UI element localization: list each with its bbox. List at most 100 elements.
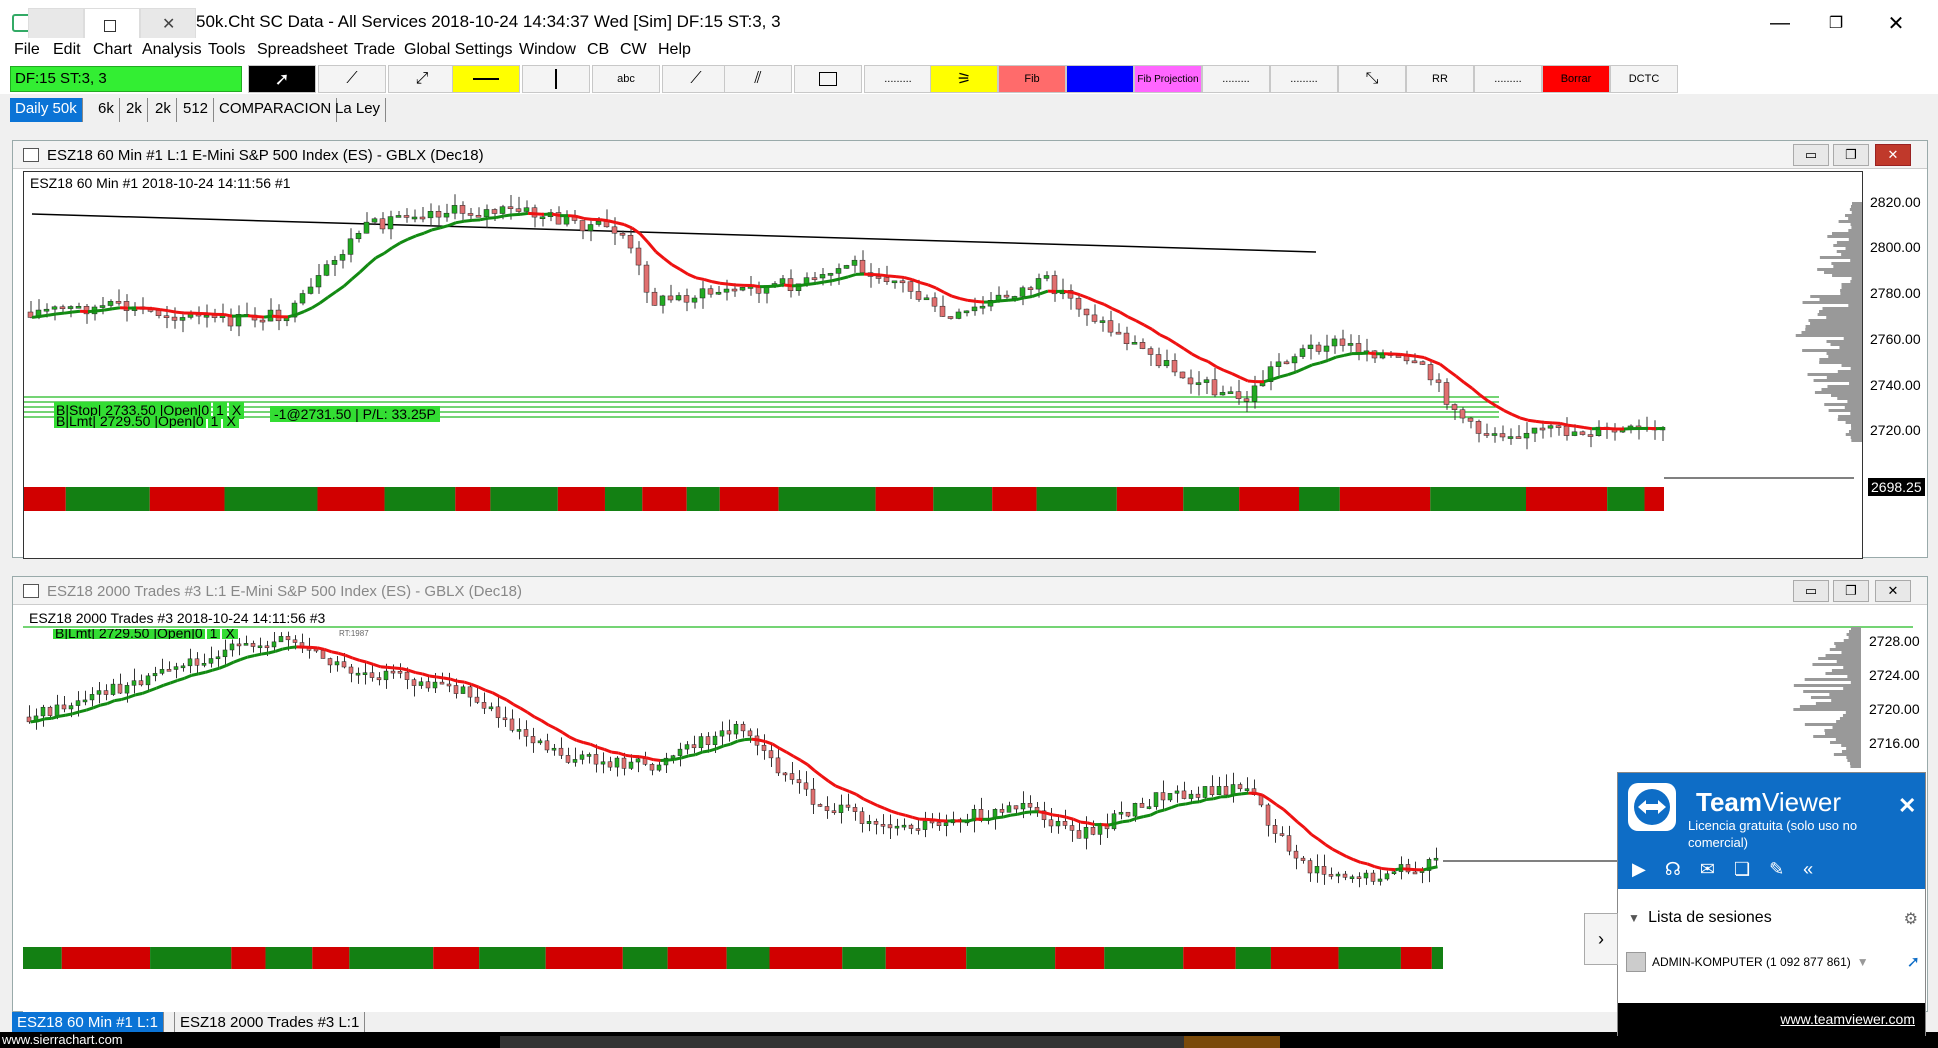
chart-close-button[interactable]: ✕	[1875, 580, 1911, 602]
moving-average-segment	[671, 263, 681, 271]
volume-profile-bar	[1833, 753, 1861, 756]
sessions-label: Lista de sesiones	[1648, 909, 1772, 926]
ray-tool-button[interactable]: ⤢	[388, 65, 456, 93]
menu-chart[interactable]: Chart	[93, 41, 132, 59]
arrow-tool-button[interactable]: ⟋	[662, 65, 730, 93]
teamviewer-close-icon[interactable]: ✕	[1898, 793, 1916, 819]
menu-window[interactable]: Window	[519, 41, 576, 59]
fib-blue-button[interactable]: Fib	[1066, 65, 1134, 93]
moving-average-segment	[135, 691, 143, 697]
tab-6k[interactable]: 6k	[93, 98, 120, 122]
price-chart-60min[interactable]	[24, 172, 1864, 560]
dctc-button[interactable]: DCTC	[1610, 65, 1678, 93]
menu-help[interactable]: Help	[658, 41, 691, 59]
volume-profile-bar	[1850, 259, 1862, 262]
teamviewer-link[interactable]: www.teamviewer.com	[1780, 1011, 1915, 1027]
measure-tool-button[interactable]: ⤡	[1338, 65, 1406, 93]
tab-daily-50k[interactable]: Daily 50k	[10, 98, 83, 122]
ghost-tab-close-icon[interactable]: ✕	[162, 14, 175, 34]
teamviewer-panel[interactable]: TeamViewer Licencia gratuita (solo uso n…	[1584, 772, 1926, 1037]
chart-minimize-button[interactable]: ▭	[1793, 144, 1829, 166]
fib-retracement-button[interactable]: ⚞	[930, 65, 998, 93]
candle-body	[670, 755, 676, 759]
moving-average-segment	[567, 214, 577, 218]
collapse-icon[interactable]: «	[1803, 859, 1813, 881]
menu-tools[interactable]: Tools	[208, 41, 245, 59]
candle-body	[75, 700, 81, 706]
candle-body	[96, 690, 102, 695]
chart-window-60min[interactable]: ESZ18 60 Min #1 L:1 E-Mini S&P 500 Index…	[12, 140, 1928, 560]
menu-trade[interactable]: Trade	[354, 41, 395, 59]
fib-projection-button[interactable]: Fib Projection	[1134, 65, 1202, 93]
menu-spreadsheet[interactable]: Spreadsheet	[257, 41, 348, 59]
chat-icon[interactable]: ✉	[1700, 859, 1715, 881]
moving-average-segment	[711, 280, 721, 285]
tab-2k-b[interactable]: 2k	[150, 98, 177, 122]
order-limit-label[interactable]: B|Lmt| 2729.50 |Open|0 1 X	[53, 629, 238, 639]
candle-body	[355, 232, 362, 240]
horizontal-line-button[interactable]	[452, 65, 520, 93]
candle-body	[667, 295, 674, 301]
chart-restore-button[interactable]: ❐	[1833, 580, 1869, 602]
order-limit-cancel[interactable]: X	[223, 416, 239, 428]
tab-la-ley[interactable]: La Ley	[330, 98, 387, 122]
pin-icon[interactable]: ✎	[1769, 859, 1784, 881]
chart-restore-button[interactable]: ❐	[1833, 144, 1869, 166]
session-list-item[interactable]: ADMIN-KOMPUTER (1 092 877 861) ▼ ➚	[1626, 949, 1920, 975]
candle-body	[59, 306, 66, 310]
menu-analysis[interactable]: Analysis	[142, 41, 202, 59]
menu-edit[interactable]: Edit	[53, 41, 81, 59]
text-tool-button[interactable]: abc	[592, 65, 660, 93]
order-limit-label[interactable]: B|Lmt| 2729.50 |Open|0 1 X	[54, 416, 239, 428]
video-icon[interactable]: ▶	[1632, 859, 1646, 881]
connect-cursor-icon[interactable]: ➚	[1907, 952, 1920, 972]
parallel-lines-button[interactable]: ⫽	[724, 65, 792, 93]
trend-band-segment	[149, 487, 225, 511]
sessions-header[interactable]: ▼ Lista de sesiones ⚙	[1628, 909, 1918, 929]
candle-body	[1328, 874, 1334, 877]
menu-cw[interactable]: CW	[620, 41, 647, 59]
volume-profile-bar	[1805, 328, 1862, 331]
moving-average-segment	[599, 218, 609, 223]
chart-window-header[interactable]: ESZ18 2000 Trades #3 L:1 E-Mini S&P 500 …	[13, 577, 1927, 605]
rectangle-tool-button[interactable]	[794, 65, 862, 93]
candle-body	[215, 656, 221, 660]
fib-pink-button[interactable]: Fib	[998, 65, 1066, 93]
tab-comparacion[interactable]: COMPARACION	[214, 98, 338, 122]
candle-body	[67, 306, 74, 309]
headset-icon[interactable]: ☊	[1665, 859, 1681, 881]
blank-tool-button-1[interactable]: .........	[864, 65, 932, 93]
menu-cb[interactable]: CB	[587, 41, 609, 59]
pointer-tool-button[interactable]: ➚	[248, 65, 316, 93]
tab-512[interactable]: 512	[178, 98, 215, 122]
blank-tool-button-2[interactable]: .........	[1202, 65, 1270, 93]
chart-plot-area[interactable]: ESZ18 60 Min #1 2018-10-24 14:11:56 #1 B…	[23, 171, 1925, 560]
order-limit-cancel[interactable]: X	[222, 629, 238, 639]
chart-window-header[interactable]: ESZ18 60 Min #1 L:1 E-Mini S&P 500 Index…	[13, 141, 1927, 169]
moving-average-segment	[869, 800, 879, 807]
candle-body	[271, 641, 277, 648]
candle-body	[383, 670, 389, 681]
menu-file[interactable]: File	[14, 41, 40, 59]
moving-average-segment	[1127, 315, 1137, 323]
session-dropdown-icon[interactable]: ▼	[1857, 955, 1869, 969]
candle-body	[347, 238, 354, 255]
teamviewer-expand-tab[interactable]: ›	[1584, 913, 1618, 965]
line-tool-button[interactable]: ⟋	[318, 65, 386, 93]
chart-minimize-button[interactable]: ▭	[1793, 580, 1829, 602]
moving-average-segment	[1111, 307, 1121, 314]
volume-profile-bar	[1841, 744, 1861, 747]
vertical-line-button[interactable]	[522, 65, 590, 93]
moving-average-segment	[463, 218, 473, 223]
moving-average-segment	[495, 214, 505, 220]
risk-reward-button[interactable]: RR	[1406, 65, 1474, 93]
files-icon[interactable]: ❏	[1734, 859, 1750, 881]
trend-band-segment	[557, 487, 605, 511]
tab-2k-a[interactable]: 2k	[121, 98, 148, 122]
menu-global-settings[interactable]: Global Settings	[404, 41, 513, 59]
blank-tool-button-4[interactable]: .........	[1474, 65, 1542, 93]
chart-close-button[interactable]: ✕	[1875, 144, 1911, 166]
settings-gear-icon[interactable]: ⚙	[1904, 909, 1918, 929]
blank-tool-button-3[interactable]: .........	[1270, 65, 1338, 93]
borrar-button[interactable]: Borrar	[1542, 65, 1610, 93]
